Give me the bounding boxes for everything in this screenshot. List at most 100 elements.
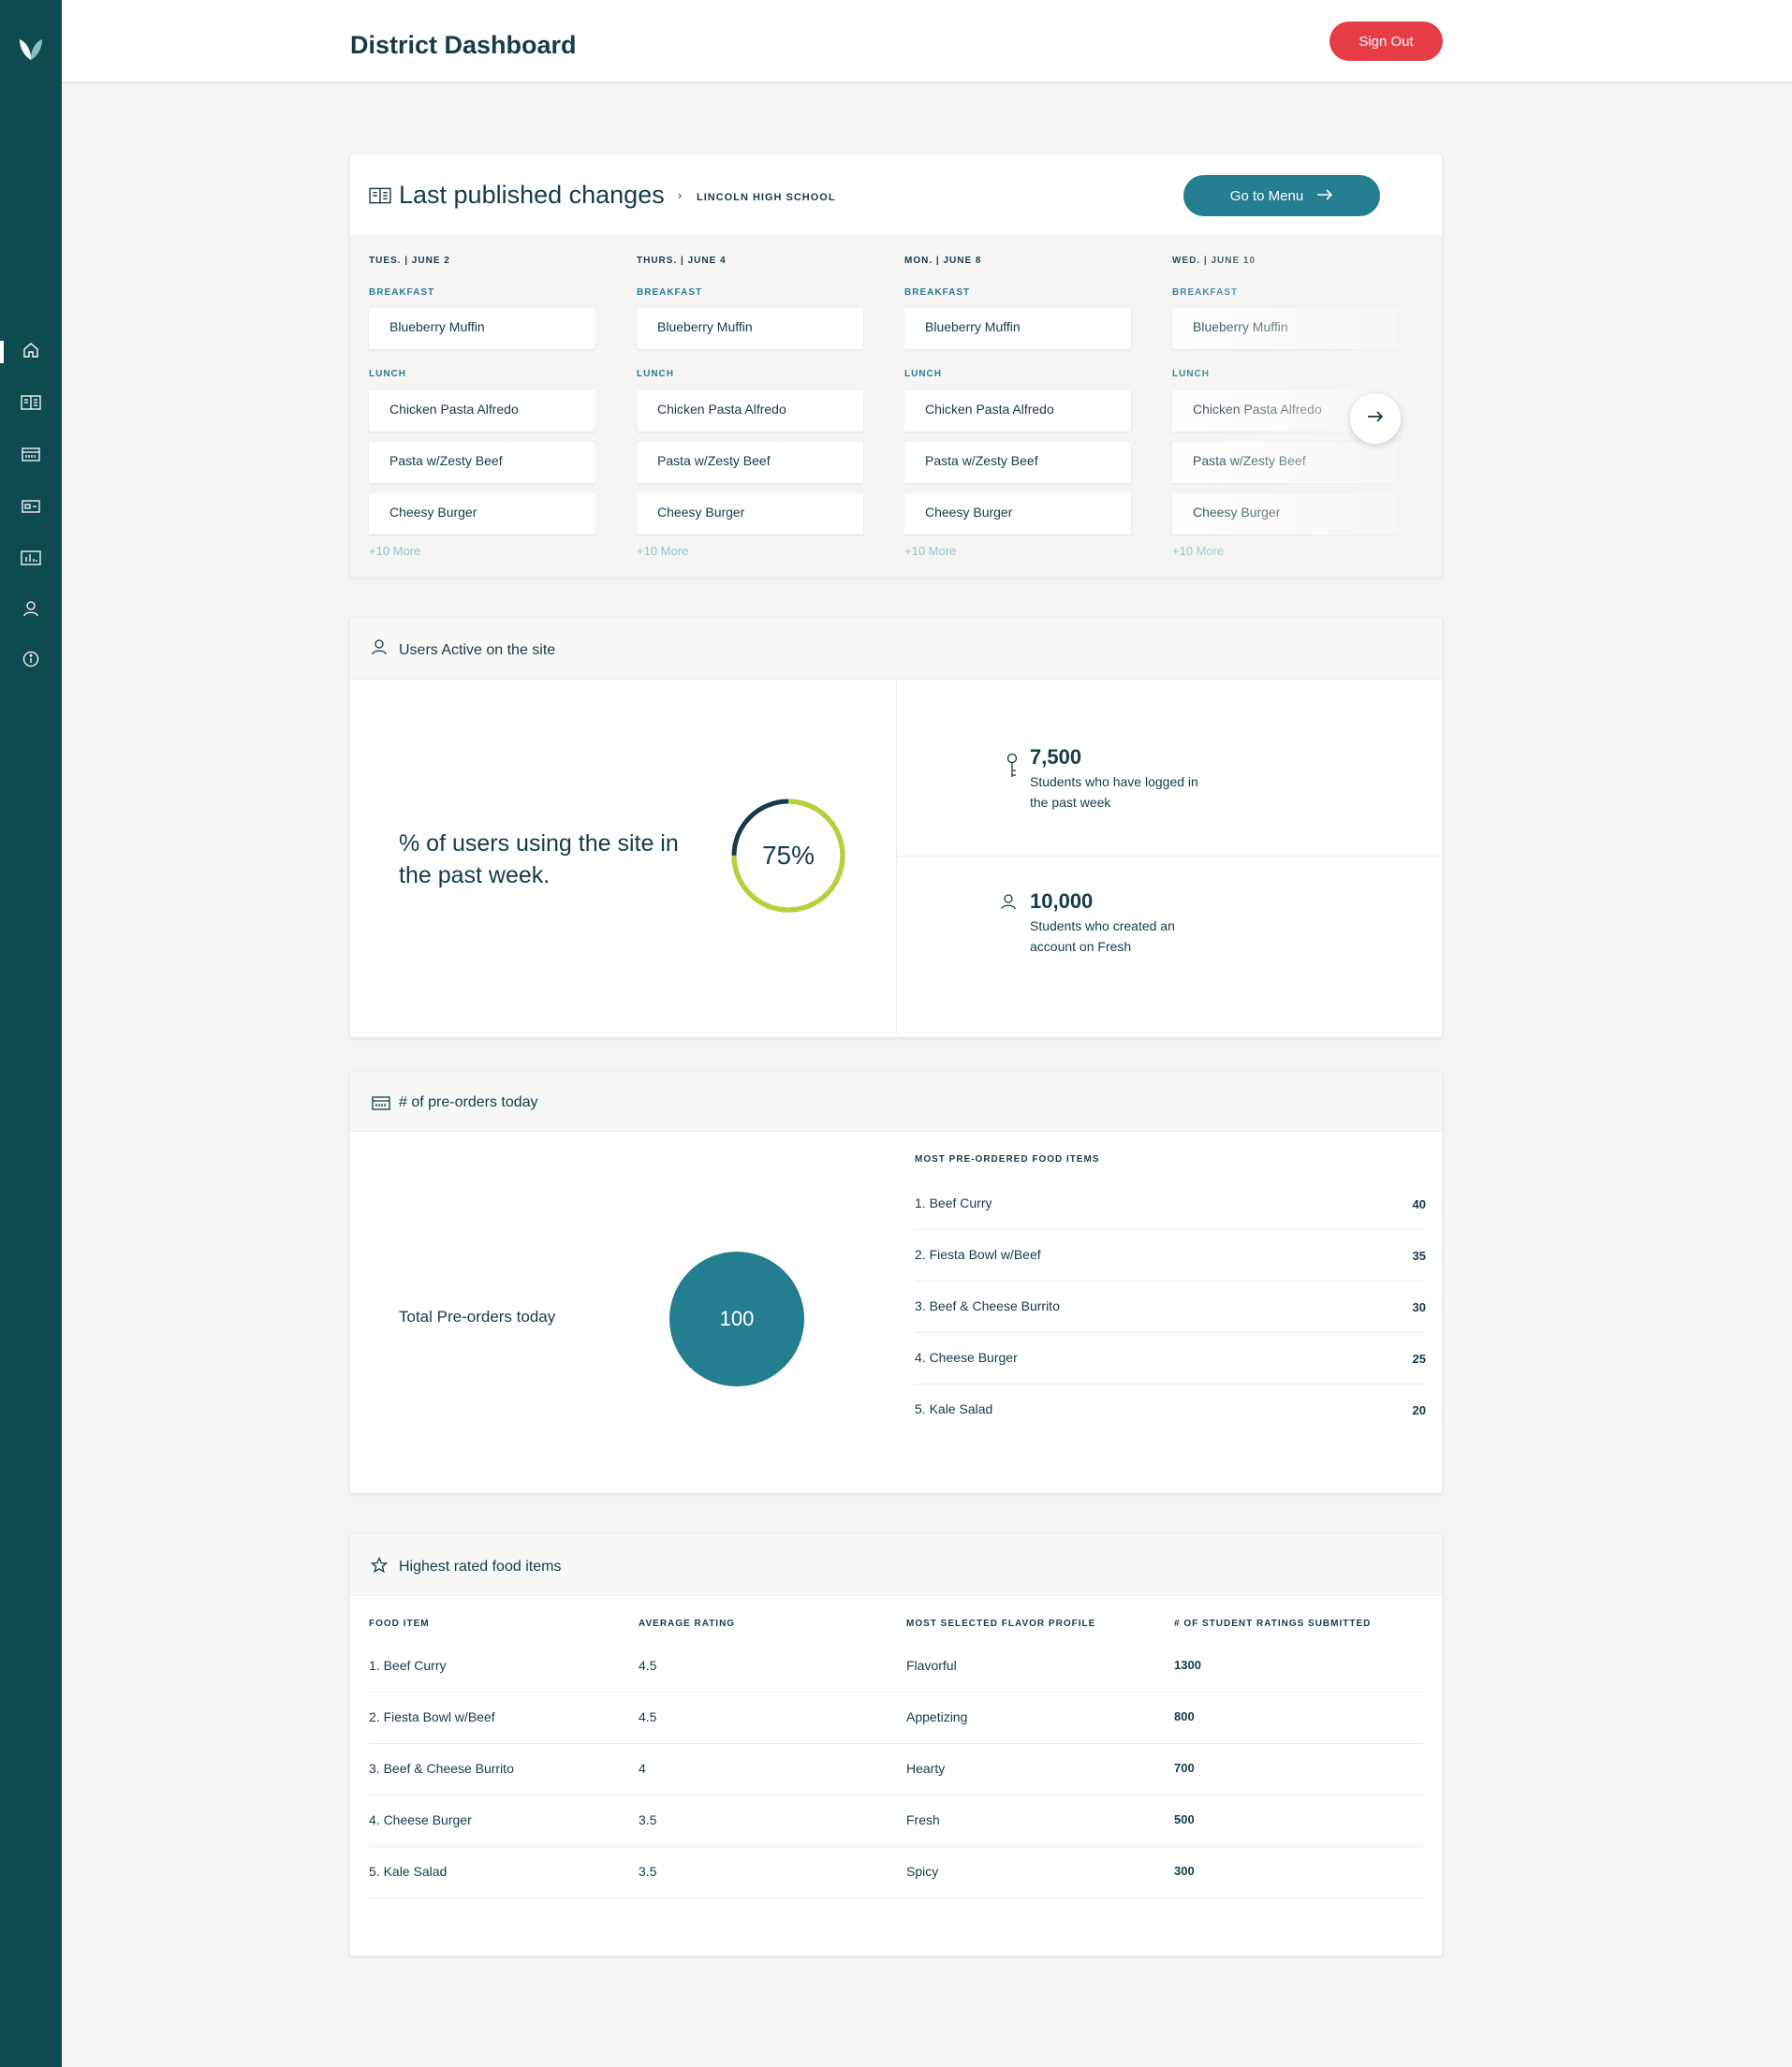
food-item[interactable]: Pasta w/Zesty Beef xyxy=(904,442,1131,483)
food-item[interactable]: Cheesy Burger xyxy=(904,493,1131,535)
user-icon xyxy=(371,638,388,660)
day-columns: TUES. | JUNE 2 BREAKFAST Blueberry Muffi… xyxy=(350,235,1442,578)
arrow-right-icon xyxy=(1316,188,1333,204)
user-icon xyxy=(22,600,39,622)
food-item[interactable]: Cheesy Burger xyxy=(637,493,863,535)
next-days-button[interactable] xyxy=(1350,393,1401,444)
food-item[interactable]: Chicken Pasta Alfredo xyxy=(904,390,1131,432)
table-row: 2. Fiesta Bowl w/Beef 4.5 Appetizing 800 xyxy=(369,1693,1423,1744)
calendar-icon xyxy=(22,446,40,467)
item-name: 3. Beef & Cheese Burrito xyxy=(915,1298,1060,1313)
key-icon xyxy=(1006,753,1019,784)
card-title: # of pre-orders today xyxy=(399,1094,538,1110)
item-count: 30 xyxy=(1412,1300,1426,1314)
table-row: 4. Cheese Burger 3.5 Fresh 500 xyxy=(369,1796,1423,1847)
percent-value: 75% xyxy=(761,841,815,870)
go-to-menu-button[interactable]: Go to Menu xyxy=(1183,175,1380,216)
leaf-logo-icon[interactable] xyxy=(16,34,46,64)
info-icon xyxy=(22,651,39,672)
sidebar-item-payments[interactable] xyxy=(0,490,62,527)
flavor-cell: Spicy xyxy=(906,1864,939,1879)
more-link[interactable]: +10 More xyxy=(1172,544,1224,558)
stat-description: Students who have logged in the past wee… xyxy=(1030,774,1198,810)
rating-cell: 4 xyxy=(639,1761,646,1776)
sidebar-item-reports[interactable] xyxy=(0,541,62,579)
total-preorders-label: Total Pre-orders today xyxy=(399,1308,556,1326)
school-breadcrumb[interactable]: LINCOLN HIGH SCHOOL xyxy=(697,192,836,203)
breakfast-label: BREAKFAST xyxy=(637,287,703,298)
food-item[interactable]: Blueberry Muffin xyxy=(637,308,863,349)
item-name: 4. Cheese Burger xyxy=(915,1350,1018,1365)
rating-cell: 4.5 xyxy=(639,1709,657,1724)
breakfast-label: BREAKFAST xyxy=(1172,287,1239,298)
total-preorders-value: 100 xyxy=(669,1252,804,1386)
column-header[interactable]: AVERAGE RATING xyxy=(639,1619,735,1629)
more-link[interactable]: +10 More xyxy=(369,544,420,558)
sidebar-item-info[interactable] xyxy=(0,642,62,680)
more-link[interactable]: +10 More xyxy=(904,544,956,558)
card-icon xyxy=(22,499,40,519)
food-item[interactable]: Cheesy Burger xyxy=(1172,493,1399,535)
ratings-count-cell: 800 xyxy=(1174,1709,1195,1723)
percent-description: % of users using the site in the past we… xyxy=(399,830,679,888)
last-published-card: Last published changes › LINCOLN HIGH SC… xyxy=(350,154,1442,578)
card-title: Last published changes xyxy=(399,181,665,209)
sign-out-button[interactable]: Sign Out xyxy=(1329,22,1443,61)
go-to-menu-label: Go to Menu xyxy=(1229,187,1304,204)
list-item: 1. Beef Curry 40 xyxy=(915,1179,1426,1230)
sidebar-item-menus[interactable] xyxy=(0,386,62,423)
food-item[interactable]: Chicken Pasta Alfredo xyxy=(637,390,863,432)
lunch-label: LUNCH xyxy=(904,369,942,379)
divider xyxy=(896,680,897,1037)
food-item[interactable]: Pasta w/Zesty Beef xyxy=(1172,442,1399,483)
food-item[interactable]: Pasta w/Zesty Beef xyxy=(369,442,595,483)
flavor-cell: Fresh xyxy=(906,1812,940,1827)
card-title: Highest rated food items xyxy=(399,1559,562,1575)
list-title: MOST PRE-ORDERED FOOD ITEMS xyxy=(915,1154,1100,1165)
item-count: 40 xyxy=(1412,1197,1426,1211)
day-column: TUES. | JUNE 2 BREAKFAST Blueberry Muffi… xyxy=(369,235,595,578)
stat-description: Students who created an account on Fresh xyxy=(1030,918,1175,954)
food-item[interactable]: Pasta w/Zesty Beef xyxy=(637,442,863,483)
sidebar-item-home[interactable] xyxy=(0,333,62,371)
sidebar-item-calendar[interactable] xyxy=(0,437,62,475)
ratings-count-cell: 300 xyxy=(1174,1864,1195,1878)
column-header[interactable]: MOST SELECTED FLAVOR PROFILE xyxy=(906,1619,1095,1629)
list-item: 5. Kale Salad 20 xyxy=(915,1385,1426,1436)
lunch-label: LUNCH xyxy=(369,369,406,379)
item-count: 35 xyxy=(1412,1249,1426,1263)
sidebar-item-users[interactable] xyxy=(0,592,62,629)
calendar-icon xyxy=(371,1094,391,1116)
menu-book-icon xyxy=(369,186,391,210)
day-label: WED. | JUNE 10 xyxy=(1172,256,1256,266)
food-item[interactable]: Blueberry Muffin xyxy=(1172,308,1399,349)
food-item-cell: 5. Kale Salad xyxy=(369,1864,448,1879)
item-count: 20 xyxy=(1412,1403,1426,1417)
user-icon xyxy=(1000,893,1017,915)
column-header[interactable]: # OF STUDENT RATINGS SUBMITTED xyxy=(1174,1619,1371,1629)
food-item[interactable]: Cheesy Burger xyxy=(369,493,595,535)
stat-value: 10,000 xyxy=(1030,889,1094,913)
ratings-count-cell: 1300 xyxy=(1174,1658,1201,1672)
lunch-label: LUNCH xyxy=(637,369,674,379)
home-icon xyxy=(22,341,40,364)
menu-book-icon xyxy=(21,394,41,416)
day-column: THURS. | JUNE 4 BREAKFAST Blueberry Muff… xyxy=(637,235,863,578)
column-header[interactable]: FOOD ITEM xyxy=(369,1619,430,1629)
food-item[interactable]: Chicken Pasta Alfredo xyxy=(369,390,595,432)
food-item[interactable]: Blueberry Muffin xyxy=(904,308,1131,349)
ratings-count-cell: 700 xyxy=(1174,1761,1195,1775)
list-item: 3. Beef & Cheese Burrito 30 xyxy=(915,1282,1426,1333)
top-bar: District Dashboard Sign Out xyxy=(62,0,1792,82)
item-name: 5. Kale Salad xyxy=(915,1401,993,1416)
item-name: 2. Fiesta Bowl w/Beef xyxy=(915,1247,1041,1262)
food-item[interactable]: Blueberry Muffin xyxy=(369,308,595,349)
highest-rated-card: Highest rated food items FOOD ITEM AVERA… xyxy=(350,1534,1442,1956)
more-link[interactable]: +10 More xyxy=(637,544,688,558)
stat-value: 7,500 xyxy=(1030,745,1082,769)
item-name: 1. Beef Curry xyxy=(915,1195,992,1210)
card-title: Users Active on the site xyxy=(399,642,556,658)
flavor-cell: Hearty xyxy=(906,1761,946,1776)
lunch-label: LUNCH xyxy=(1172,369,1210,379)
rating-cell: 3.5 xyxy=(639,1864,657,1879)
